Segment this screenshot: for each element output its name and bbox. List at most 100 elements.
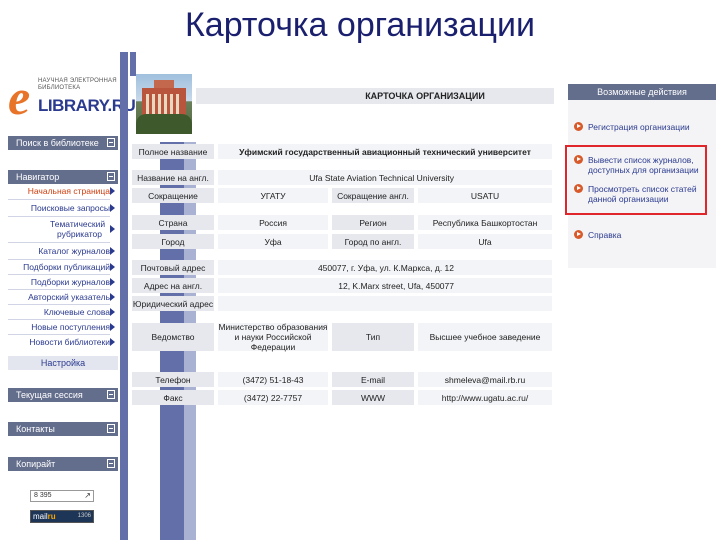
city-en-value: Ufa [418,234,552,249]
nav-item-search-queries[interactable]: Поисковые запросы [8,203,110,213]
collapse-icon[interactable] [107,138,115,147]
name-en-label: Название на англ. [132,170,214,185]
email-label: E-mail [332,372,414,387]
arrow-right-icon [110,263,115,271]
divider [8,199,110,200]
collapse-icon[interactable] [107,424,115,433]
divider [8,304,110,305]
collapse-icon[interactable] [107,459,115,468]
arrow-right-icon [110,187,115,195]
postal-label: Почтовый адрес [132,260,214,275]
city-en-label: Город по англ. [332,234,414,249]
postal-value: 450077, г. Уфа, ул. К.Маркса, д. 12 [218,260,552,275]
collapse-icon[interactable] [107,390,115,399]
full-name-value: Уфимский государственный авиационный тех… [218,144,552,159]
city-label: Город [132,234,214,249]
nav-item-new-arrivals[interactable]: Новые поступления [8,322,110,332]
arrow-bullet-icon [574,122,583,131]
logo-letter-e: e [8,69,31,125]
arrow-right-icon [110,293,115,301]
nav-item-publication-sets[interactable]: Подборки публикаций [8,262,110,272]
full-name-label: Полное название [132,144,214,159]
logo-line-2: библиотека [38,85,81,91]
action-register-organization[interactable]: Регистрация организации [588,122,706,132]
legal-address-value [218,296,552,311]
arrow-right-icon [110,278,115,286]
city-value: Уфа [218,234,328,249]
divider [8,216,110,217]
type-label: Тип [332,323,414,351]
screenshot: e научная электронная библиотека LIBRARY… [0,52,720,540]
action-help[interactable]: Справка [588,230,706,240]
search-panel-title: Поиск в библиотеке [16,138,99,148]
arrow-right-icon [110,204,115,212]
www-label: WWW [332,390,414,405]
divider [8,274,110,275]
region-value: Республика Башкортостан [418,215,552,230]
divider [8,289,110,290]
nav-item-journal-sets[interactable]: Подборки журналов [8,277,110,287]
arrow-bullet-icon [574,230,583,239]
phone-label: Телефон [132,372,214,387]
abbr-en-value: USATU [418,188,552,203]
contacts-panel-title: Контакты [16,424,55,434]
arrow-right-icon [110,338,115,346]
fax-label: Факс [132,390,214,405]
copyright-panel-header[interactable]: Копирайт [8,457,118,471]
slide-title: Карточка организации [184,6,536,44]
department-value: Министерство образования и науки Российс… [218,322,328,352]
elibrary-logo[interactable]: e научная электронная библиотека LIBRARY… [8,69,136,125]
red-highlight-box [565,145,707,215]
nav-item-keywords[interactable]: Ключевые слова [8,307,110,317]
logo-subtitle: научная электронная библиотека [38,78,117,92]
nav-item-library-news[interactable]: Новости библиотеки [8,337,110,347]
contacts-panel-header[interactable]: Контакты [8,422,118,436]
search-panel-header[interactable]: Поиск в библиотеке [8,136,118,150]
region-label: Регион [332,215,414,230]
address-en-label: Адрес на англ. [132,278,214,293]
navigator-panel-title: Навигатор [16,172,60,182]
legal-address-label: Юридический адрес [132,296,214,311]
collapse-icon[interactable] [107,172,115,181]
session-panel-title: Текущая сессия [16,390,83,400]
nav-item-rubricator[interactable]: Тематический рубрикатор [50,219,105,239]
nav-item-home[interactable]: Начальная страница [8,186,110,196]
navigator-panel-header[interactable]: Навигатор [8,170,118,184]
country-value: Россия [218,215,328,230]
phone-value: (3472) 51-18-43 [218,372,328,387]
email-value[interactable]: shmeleva@mail.rb.ru [418,372,552,387]
abbr-value: УГАТУ [218,188,328,203]
fax-value: (3472) 22-7757 [218,390,328,405]
divider [8,242,110,243]
divider [8,259,110,260]
arrow-up-right-icon: ↗ [84,491,91,500]
arrow-right-icon [110,323,115,331]
settings-link[interactable]: Настройка [8,356,118,370]
building-photo [136,74,192,134]
divider [8,334,110,335]
divider [8,319,110,320]
mailru-ru: ru [47,512,56,521]
abbr-label: Сокращение [132,188,214,203]
www-value[interactable]: http://www.ugatu.ac.ru/ [418,390,552,405]
copyright-panel-title: Копирайт [16,459,56,469]
name-en-value: Ufa State Aviation Technical University [218,170,552,185]
visit-counter[interactable]: 8 395 ↗ [30,490,94,502]
abbr-en-label: Сокращение англ. [332,188,414,203]
mailru-label: mail [33,512,48,521]
counter-value: 8 395 [34,492,52,499]
card-header: КАРТОЧКА ОРГАНИЗАЦИИ [196,88,554,104]
arrow-right-icon [110,225,115,233]
nav-item-journal-catalog[interactable]: Каталог журналов [8,246,110,256]
type-value: Высшее учебное заведение [418,323,552,351]
arrow-right-icon [110,308,115,316]
department-label: Ведомство [132,323,214,351]
decorative-bar [130,52,136,76]
actions-panel-header: Возможные действия [568,84,716,100]
mailru-counter[interactable]: mailru 1306 [30,510,94,523]
arrow-right-icon [110,247,115,255]
country-label: Страна [132,215,214,230]
session-panel-header[interactable]: Текущая сессия [8,388,118,402]
nav-item-author-index[interactable]: Авторский указатель [8,292,110,302]
mailru-count: 1306 [77,513,91,519]
